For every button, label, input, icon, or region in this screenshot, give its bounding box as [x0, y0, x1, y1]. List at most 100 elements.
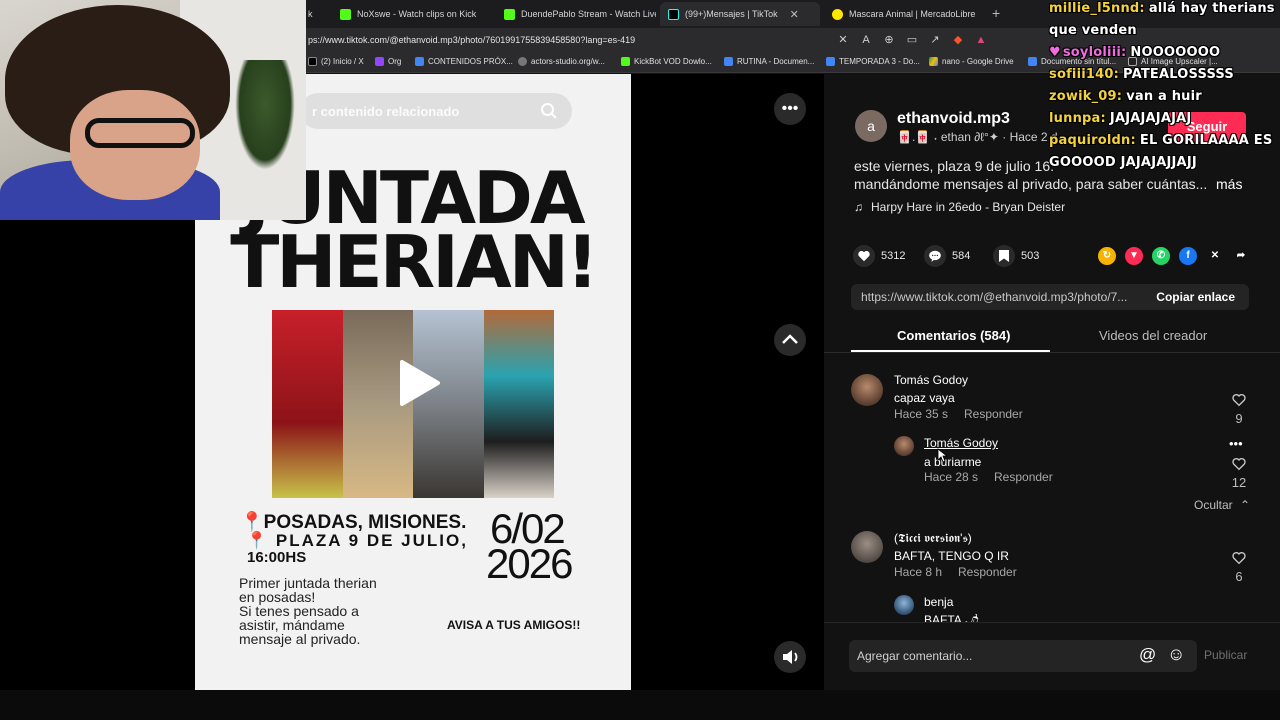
- bookmark-label: KickBot VOD Dowlo...: [634, 57, 712, 66]
- emoji-icon[interactable]: ☺: [1167, 644, 1185, 665]
- chevron-up-icon: [782, 334, 798, 344]
- bookmark-label: RUTINA - Documen...: [737, 57, 815, 66]
- flyer-headline-2: THERIAN!: [230, 220, 599, 304]
- zoom-icon[interactable]: ⊕: [882, 33, 896, 47]
- author-username[interactable]: ethanvoid.mp3: [897, 110, 1010, 128]
- avatar[interactable]: [894, 436, 914, 456]
- chat-username: zowik_09:: [1049, 89, 1123, 104]
- close-tab-icon[interactable]: ✕: [790, 8, 799, 21]
- kick-icon: [621, 57, 630, 66]
- comment-time: Hace 28 s: [924, 470, 979, 484]
- browser-tab-mercadolibre[interactable]: Mascara Animal | MercadoLibre: [824, 2, 984, 26]
- bookmark-kickbot[interactable]: KickBot VOD Dowlo...: [621, 57, 712, 66]
- chat-message: sofiii140: PATEALOSSSSS: [1049, 67, 1234, 82]
- reply-link[interactable]: Responder: [964, 407, 1023, 421]
- bookmark-drive[interactable]: nano - Google Drive: [929, 57, 1014, 66]
- like-action[interactable]: 5312: [853, 245, 905, 267]
- mouse-cursor-icon: [937, 448, 948, 463]
- bookmark-x[interactable]: (2) Inicio / X: [308, 57, 364, 66]
- new-tab-button[interactable]: +: [992, 5, 1000, 21]
- comment-text: a buriarme: [924, 455, 982, 469]
- browser-tab-noxswe[interactable]: NoXswe - Watch clips on Kick: [332, 2, 492, 26]
- bookmark-temporada[interactable]: TEMPORADA 3 - Do...: [826, 57, 920, 66]
- music-note-icon: ♫: [854, 200, 863, 214]
- flyer-paragraph-line: mensaje al privado.: [239, 631, 361, 647]
- flyer-paragraph: Primer juntada therian en posadas! Si te…: [239, 576, 377, 646]
- bookmark-rutina[interactable]: RUTINA - Documen...: [724, 57, 814, 66]
- chat-text: allá hay therians: [1148, 1, 1275, 16]
- publish-button[interactable]: Publicar: [1204, 648, 1247, 662]
- avatar[interactable]: [851, 531, 883, 563]
- url-field[interactable]: ps://www.tiktok.com/@ethanvoid.mp3/photo…: [308, 35, 635, 45]
- translate-icon[interactable]: A: [859, 33, 873, 47]
- post-link-text[interactable]: https://www.tiktok.com/@ethanvoid.mp3/ph…: [861, 290, 1153, 304]
- heart-outline-icon[interactable]: [1231, 550, 1247, 566]
- search-icon[interactable]: [540, 102, 558, 120]
- comment-username[interactable]: Tomás Godoy: [894, 373, 968, 387]
- comment-action[interactable]: 584: [924, 245, 970, 267]
- send-icon[interactable]: ▼: [1125, 247, 1143, 265]
- more-share-icon[interactable]: ➦: [1232, 247, 1250, 265]
- comment-input[interactable]: [857, 646, 1127, 666]
- browser-tab-duendepablo[interactable]: DuendePablo Stream - Watch Live o: [496, 2, 656, 26]
- music-info[interactable]: ♫ Harpy Hare in 26edo - Bryan Deister: [854, 200, 1065, 214]
- comment-like-count: 6: [1235, 569, 1243, 584]
- hide-replies-button[interactable]: Ocultar ⌃: [1194, 498, 1250, 512]
- comment-username[interactable]: (𝕿𝖎𝖈𝖈𝖎 𝖛𝖊𝖗𝖘𝖎𝖔𝖓'𝖘): [894, 531, 972, 546]
- chat-text: JAJAJAJAJAJ: [1109, 111, 1192, 126]
- chat-message: lunnpa: JAJAJAJAJAJ: [1049, 111, 1191, 126]
- chat-username: soyloliii:: [1062, 45, 1127, 60]
- bookmark-label: TEMPORADA 3 - Do...: [839, 57, 920, 66]
- tabs-divider: [824, 352, 1280, 353]
- bookmark-org[interactable]: Org: [375, 57, 401, 66]
- reply-link[interactable]: Responder: [958, 565, 1017, 579]
- whatsapp-icon[interactable]: ✆: [1152, 247, 1170, 265]
- kick-icon: [504, 8, 515, 20]
- bookmark-icon: [993, 245, 1015, 267]
- no-tracking-icon[interactable]: ✕: [836, 33, 850, 47]
- bookmark-contenidos[interactable]: CONTENIDOS PRÓX...: [415, 57, 513, 66]
- play-icon[interactable]: [396, 358, 442, 408]
- facebook-icon[interactable]: f: [1179, 247, 1197, 265]
- more-options-button[interactable]: •••: [774, 93, 806, 125]
- x-share-icon[interactable]: ✕: [1206, 247, 1224, 265]
- tab-label: k: [308, 9, 313, 19]
- comment-username[interactable]: benja: [924, 595, 953, 609]
- author-subline: 🀄.🀄 ˖ ethan ∂ℓ°✦ · Hace 2 d: [897, 130, 1058, 144]
- chat-message: zowik_09: van a huir: [1049, 89, 1202, 104]
- heart-badge-icon: ♥: [1049, 45, 1061, 60]
- tab-comments[interactable]: Comentarios (584): [897, 328, 1010, 343]
- related-search-text[interactable]: r contenido relacionado: [312, 104, 459, 119]
- heart-outline-icon[interactable]: [1231, 456, 1247, 472]
- chat-message: que venden: [1049, 23, 1137, 38]
- bookmark-actors-studio[interactable]: actors-studio.org/w...: [518, 57, 605, 66]
- flyer-cta: AVISA A TUS AMIGOS!!: [447, 618, 581, 632]
- copy-link-button[interactable]: Copiar enlace: [1156, 290, 1235, 304]
- save-action[interactable]: 503: [993, 245, 1039, 267]
- cast-icon[interactable]: ▭: [905, 33, 919, 47]
- speaker-icon: [783, 650, 798, 664]
- doc-icon: [415, 57, 424, 66]
- comment-like-count: 9: [1235, 411, 1243, 426]
- bookmark-label: CONTENIDOS PRÓX...: [428, 57, 513, 66]
- comment-count: 584: [952, 250, 971, 262]
- avatar[interactable]: [851, 374, 883, 406]
- brave-shield-icon[interactable]: ◆: [951, 33, 965, 47]
- tab-creator-videos[interactable]: Videos del creador: [1099, 328, 1207, 343]
- repost-icon[interactable]: ↻: [1098, 247, 1116, 265]
- webcam-plant: [235, 60, 295, 170]
- reply-link[interactable]: Responder: [994, 470, 1053, 484]
- share-icon[interactable]: ↗: [928, 33, 942, 47]
- heart-outline-icon[interactable]: [1231, 392, 1247, 408]
- browser-tab-tiktok[interactable]: (99+)Mensajes | TikTok ✕: [660, 2, 820, 26]
- previous-post-button[interactable]: [774, 324, 806, 356]
- comment-more-icon[interactable]: •••: [1229, 436, 1243, 451]
- chat-message: paquiroldn: EL GORILAAAA ES: [1049, 133, 1272, 148]
- caption-more-link[interactable]: más: [1216, 176, 1242, 192]
- volume-button[interactable]: [774, 641, 806, 673]
- avatar[interactable]: [894, 595, 914, 615]
- rewards-icon[interactable]: ▲: [974, 33, 988, 47]
- author-avatar[interactable]: a: [855, 110, 887, 142]
- mention-icon[interactable]: @: [1139, 645, 1156, 665]
- chat-message: GOOOOD JAJAJAJJAJJ: [1049, 155, 1197, 170]
